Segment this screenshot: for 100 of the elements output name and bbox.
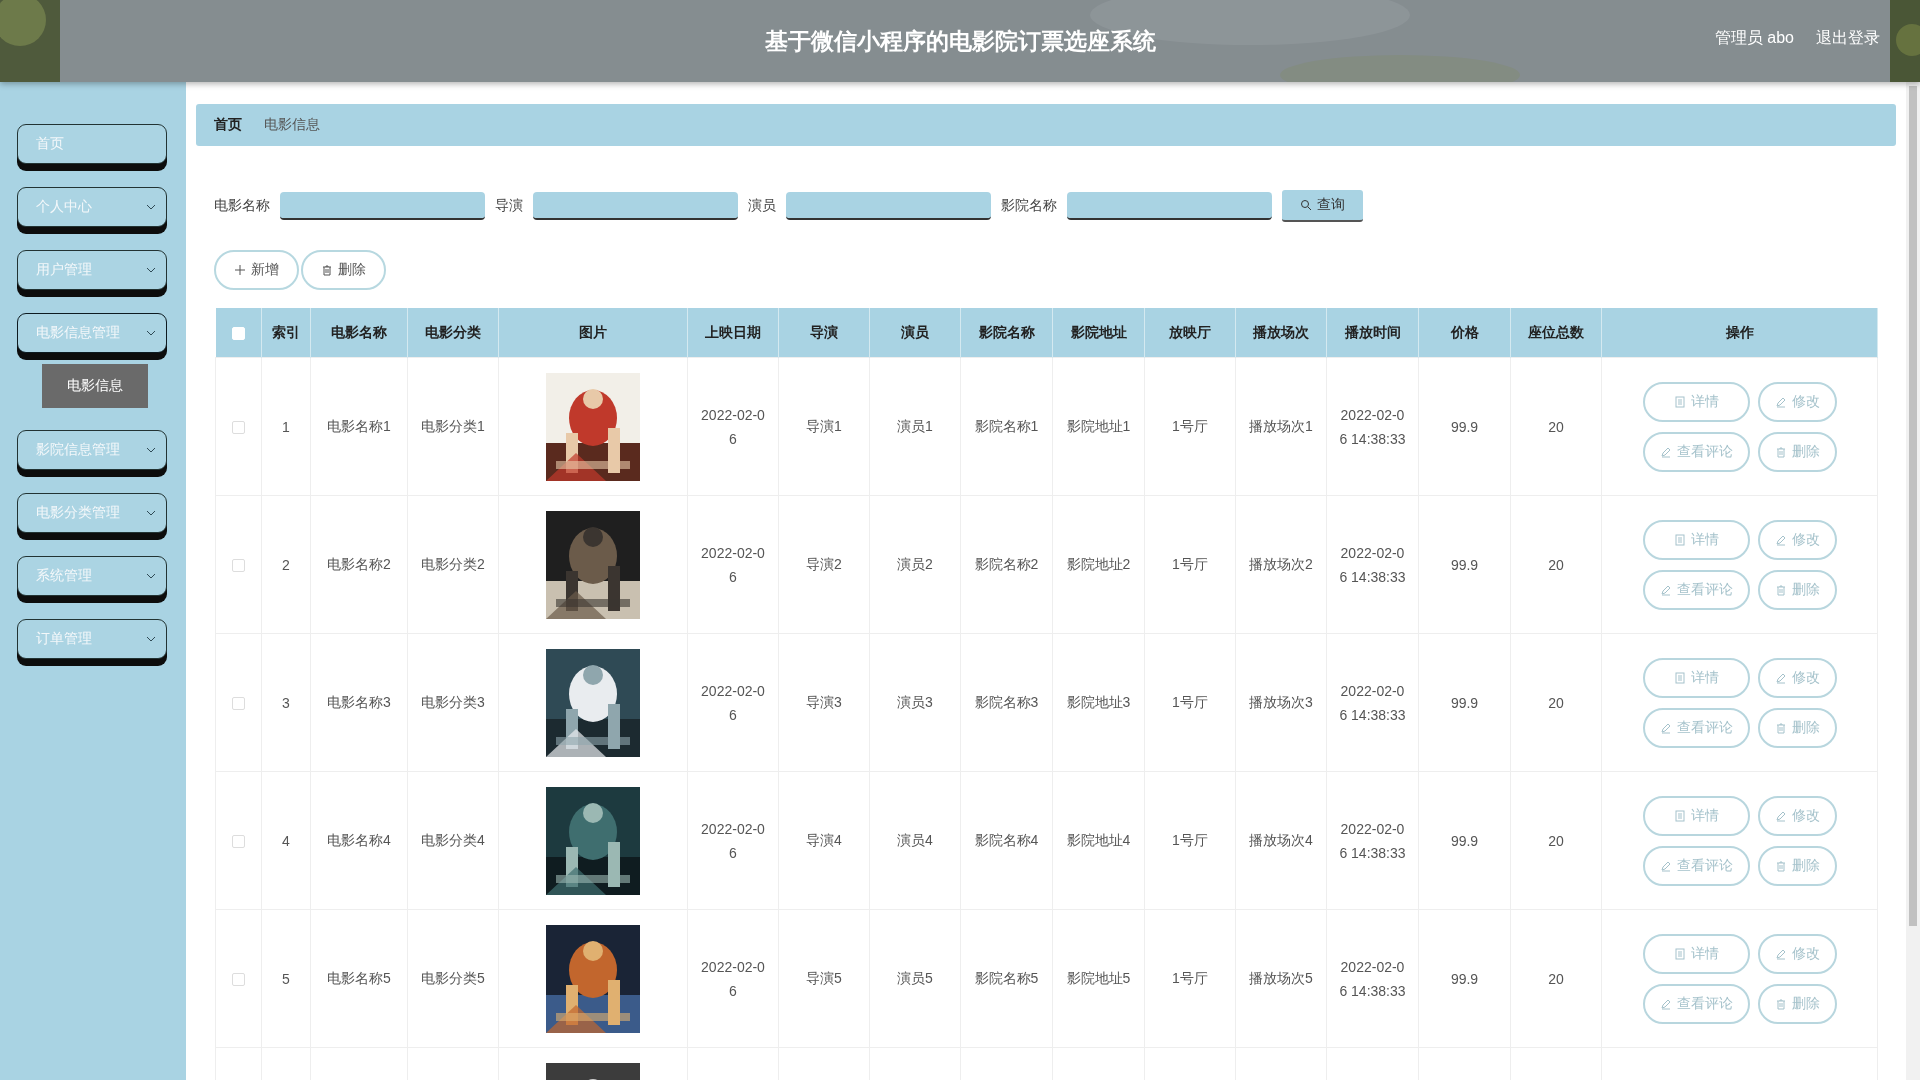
table-cell: 20: [1548, 832, 1564, 849]
table-cell: 影院名称5: [974, 969, 1039, 986]
table-cell: 播放场次2: [1249, 555, 1313, 572]
column-header: 影院名称: [978, 323, 1035, 340]
column-header: 操作: [1725, 323, 1754, 340]
table-cell: 影院地址4: [1066, 831, 1131, 848]
details-button[interactable]: 详情: [1642, 657, 1750, 698]
table-cell: 电影名称2: [327, 555, 391, 572]
table-cell: 电影分类3: [421, 693, 485, 710]
table-cell: 电影名称5: [327, 969, 391, 986]
table-cell: 播放场次3: [1249, 693, 1313, 710]
table-cell: 2022-02-06 14:38:33: [1339, 682, 1406, 723]
edit-button[interactable]: 修改: [1757, 657, 1837, 698]
details-button[interactable]: 详情: [1642, 519, 1750, 560]
table-cell: 电影分类5: [421, 969, 485, 986]
details-button[interactable]: 详情: [1642, 795, 1750, 836]
table-cell: 1号厅: [1172, 969, 1208, 986]
table-cell: 2022-02-06 14:38:33: [1339, 406, 1406, 447]
column-header: 索引: [272, 323, 300, 340]
breadcrumb-item: 电影信息: [264, 116, 320, 134]
comments-button[interactable]: 查看评论: [1642, 431, 1750, 472]
table-cell: 2022-02-06: [701, 820, 765, 861]
search-button[interactable]: 查询: [1282, 190, 1363, 222]
table-cell: 99.9: [1450, 970, 1479, 987]
table-cell: 影院名称4: [974, 831, 1039, 848]
field-label: 导演: [495, 197, 523, 215]
column-header: 电影名称: [331, 323, 387, 340]
table-cell: 2: [282, 556, 290, 573]
column-header: 价格: [1450, 323, 1479, 340]
table-cell: 2022-02-06: [701, 682, 765, 723]
comments-button[interactable]: 查看评论: [1642, 845, 1750, 886]
table-cell: 播放场次4: [1249, 831, 1313, 848]
table-cell: 1号厅: [1172, 555, 1208, 572]
table-cell: 2022-02-06 14:38:33: [1339, 820, 1406, 861]
edit-button[interactable]: 修改: [1757, 519, 1837, 560]
details-button[interactable]: 详情: [1642, 381, 1750, 422]
table-cell: 影院地址1: [1066, 417, 1131, 434]
table-cell: 导演5: [806, 969, 842, 986]
table-cell: 导演2: [806, 555, 842, 572]
table-cell: 2022-02-06: [701, 406, 765, 447]
table-cell: 电影分类4: [421, 831, 485, 848]
table-cell: 2022-02-06 14:38:33: [1339, 544, 1406, 585]
edit-button[interactable]: 修改: [1757, 381, 1837, 422]
table-cell: 导演3: [806, 693, 842, 710]
delete-button[interactable]: 删除: [301, 250, 386, 290]
delete-button[interactable]: 删除: [1757, 983, 1837, 1024]
table-cell: 4: [282, 832, 290, 849]
table-cell: 99.9: [1450, 694, 1479, 711]
table-cell: 2022-02-06 14:38:33: [1339, 958, 1406, 999]
delete-button[interactable]: 删除: [1757, 431, 1837, 472]
breadcrumb-item[interactable]: 首页: [214, 116, 242, 134]
logout-link[interactable]: 退出登录: [1816, 28, 1880, 49]
table-cell: 99.9: [1450, 418, 1479, 435]
table-cell: 播放场次5: [1249, 969, 1313, 986]
table-cell: 1号厅: [1172, 831, 1208, 848]
table-cell: 导演1: [806, 417, 842, 434]
column-header: 上映日期: [705, 323, 761, 340]
delete-button[interactable]: 删除: [1757, 569, 1837, 610]
comments-button[interactable]: 查看评论: [1642, 569, 1750, 610]
comments-button[interactable]: 查看评论: [1642, 983, 1750, 1024]
table-cell: 20: [1548, 556, 1564, 573]
submenu-item[interactable]: 电影信息: [42, 364, 148, 408]
column-header: 演员: [901, 323, 929, 340]
table-cell: 2022-02-06: [701, 958, 765, 999]
field-label: 电影名称: [214, 197, 270, 215]
edit-button[interactable]: 修改: [1757, 933, 1837, 974]
table-cell: 导演4: [806, 831, 842, 848]
column-header: 播放场次: [1253, 323, 1309, 340]
column-header: 影院地址: [1070, 323, 1127, 340]
field-label: 演员: [748, 197, 776, 215]
table-cell: 99.9: [1450, 832, 1479, 849]
table-cell: 演员5: [897, 969, 933, 986]
table-cell: 电影名称1: [327, 417, 391, 434]
add-button[interactable]: 新增: [214, 250, 299, 290]
table-cell: 20: [1548, 418, 1564, 435]
details-button[interactable]: 详情: [1642, 933, 1750, 974]
table-cell: 5: [282, 970, 290, 987]
table-cell: 电影名称3: [327, 693, 391, 710]
field-label: 影院名称: [1001, 197, 1057, 215]
delete-button[interactable]: 删除: [1757, 707, 1837, 748]
comments-button[interactable]: 查看评论: [1642, 707, 1750, 748]
edit-button[interactable]: 修改: [1757, 795, 1837, 836]
app-title: 基于微信小程序的电影院订票选座系统: [764, 26, 1156, 56]
user-name: 管理员 abo: [1714, 28, 1794, 48]
column-header: 电影分类: [425, 323, 481, 340]
table-cell: 影院地址2: [1066, 555, 1131, 572]
delete-button[interactable]: 删除: [1757, 845, 1837, 886]
table-cell: 演员2: [897, 555, 933, 572]
table-cell: 1: [282, 418, 290, 435]
table-cell: 影院名称1: [974, 417, 1039, 434]
column-header: 放映厅: [1169, 323, 1211, 340]
table-cell: 电影分类1: [421, 417, 485, 434]
table-cell: 1号厅: [1172, 417, 1208, 434]
table-cell: 影院地址5: [1066, 969, 1131, 986]
table-cell: 20: [1548, 694, 1564, 711]
table-cell: 演员1: [897, 417, 933, 434]
table-cell: 20: [1548, 970, 1564, 987]
table-cell: 影院名称3: [974, 693, 1039, 710]
column-header: 播放时间: [1344, 323, 1401, 340]
table-cell: 播放场次1: [1249, 417, 1313, 434]
